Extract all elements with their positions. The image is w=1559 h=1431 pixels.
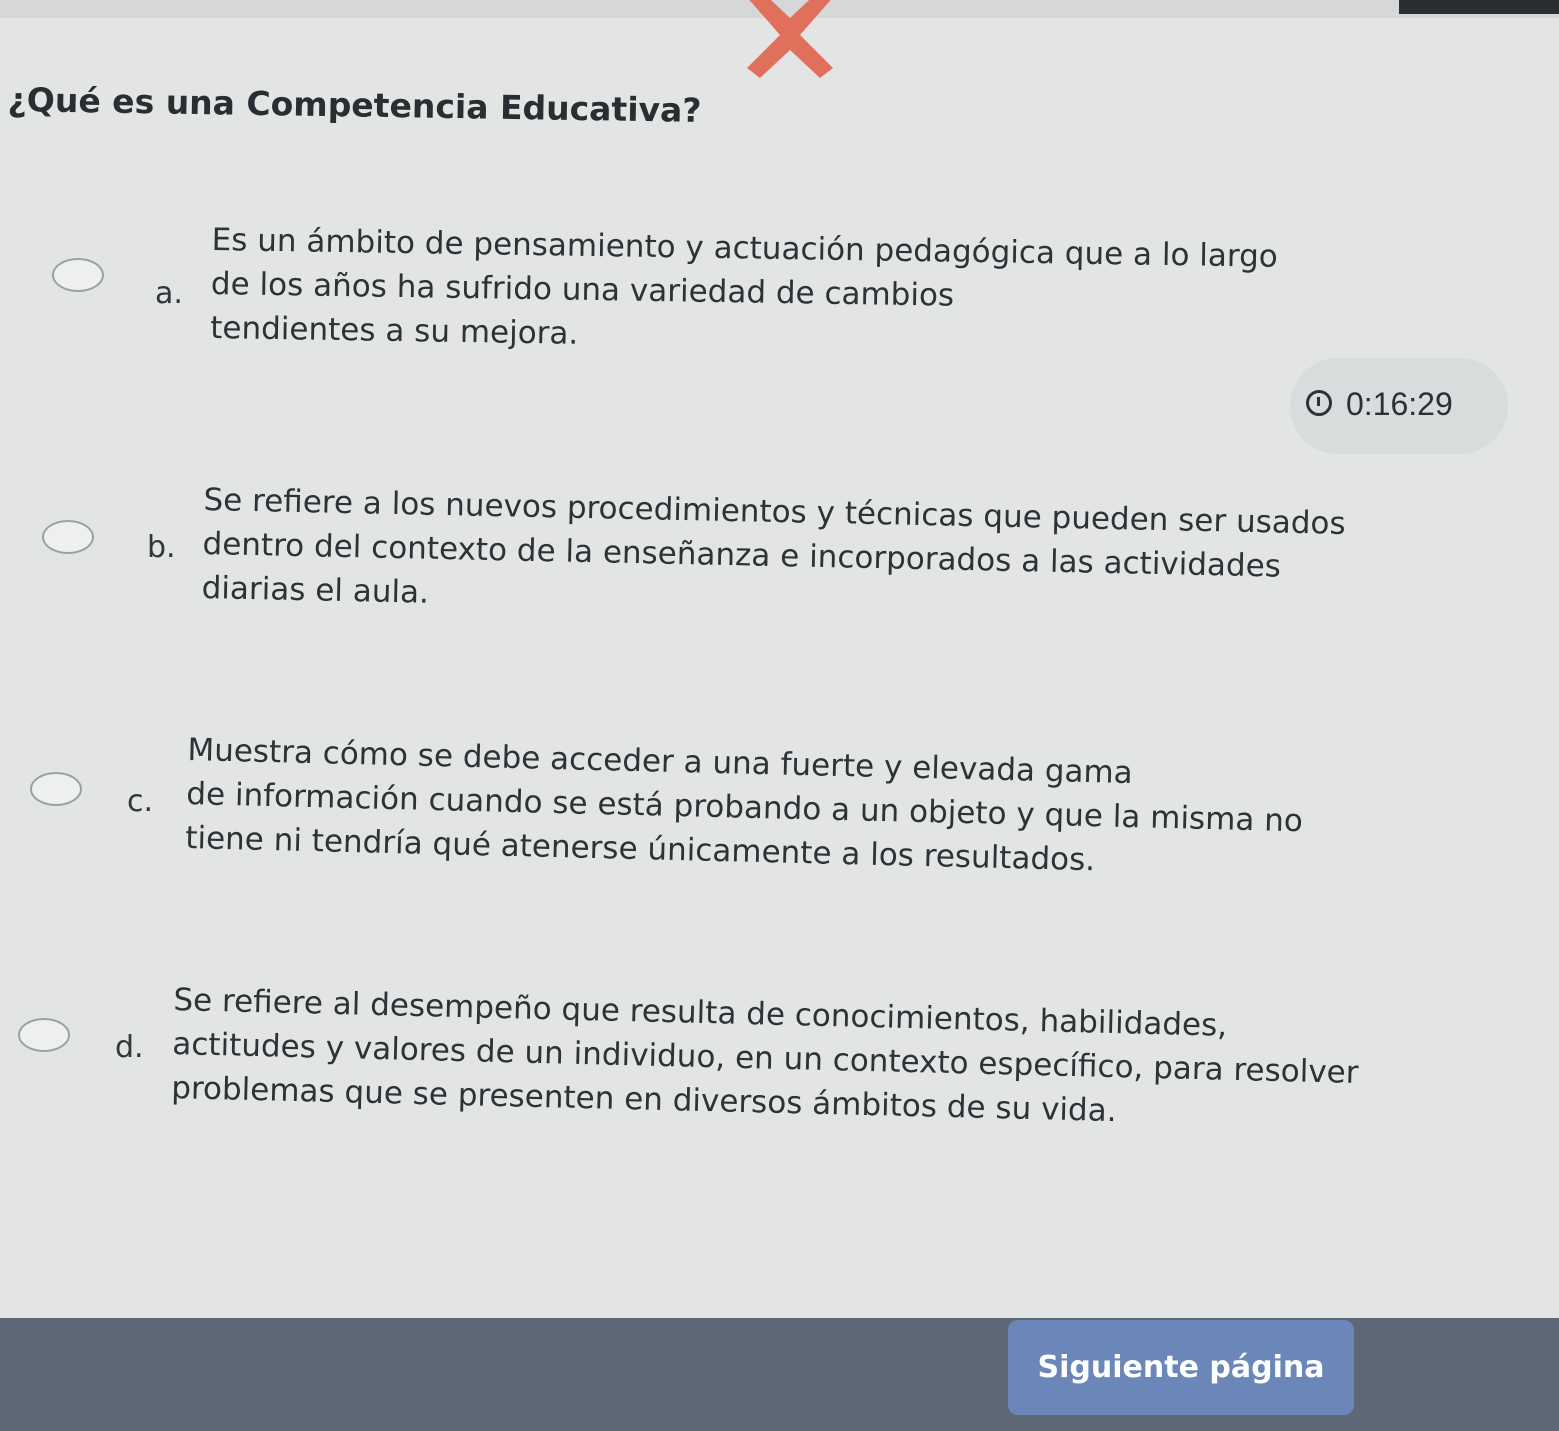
timer-value: 0:16:29 [1346, 386, 1453, 422]
option-c-letter: c. [127, 784, 154, 819]
clock-icon [1306, 390, 1332, 416]
next-page-button[interactable]: Siguiente página [1008, 1320, 1354, 1415]
option-b-letter: b. [147, 530, 176, 565]
option-a-text: Es un ámbito de pensamiento y actuación … [210, 218, 1472, 370]
question-title: ¿Qué es una Competencia Educativa? [7, 80, 702, 130]
option-d-text: Se refiere al desempeño que resulta de c… [171, 978, 1434, 1141]
radio-option-b[interactable] [42, 520, 94, 554]
option-d-letter: d. [115, 1030, 144, 1065]
radio-option-a[interactable] [52, 258, 104, 292]
option-c-text: Muestra cómo se debe acceder a una fuert… [185, 728, 1448, 891]
option-b-text: Se refiere a los nuevos procedimientos y… [201, 478, 1463, 636]
close-icon [747, 0, 833, 78]
radio-option-d[interactable] [18, 1018, 70, 1052]
top-strip-dark [1399, 0, 1559, 14]
radio-option-c[interactable] [30, 772, 82, 806]
timer: 0:16:29 [1290, 358, 1508, 454]
option-a-letter: a. [155, 276, 183, 311]
